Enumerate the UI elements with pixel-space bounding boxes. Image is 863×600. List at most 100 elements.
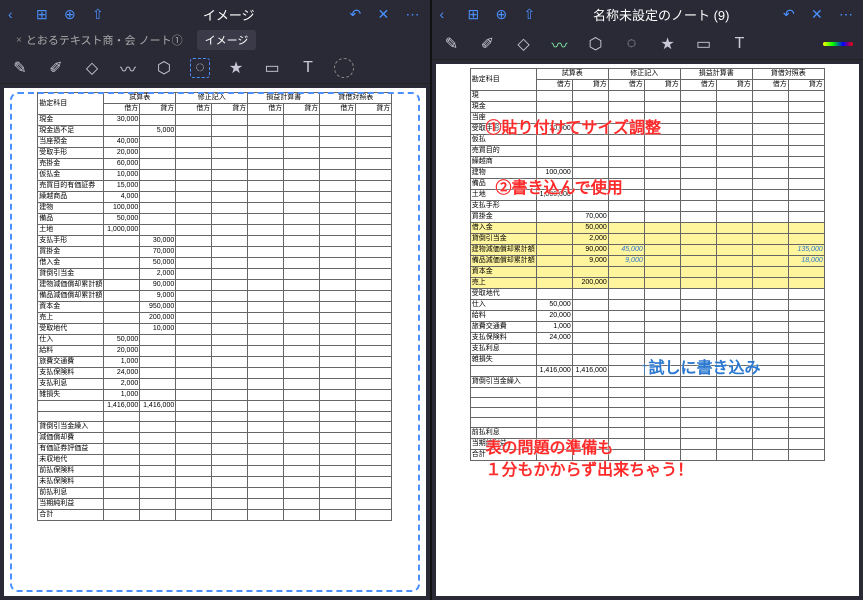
shape-icon[interactable]: ⬡ — [586, 34, 606, 54]
table-row — [470, 398, 824, 408]
add-icon[interactable]: ⊕ — [64, 6, 80, 22]
table-row: 旅費交通費1,000 — [38, 357, 392, 368]
highlighter-icon[interactable]: 〰 — [550, 34, 570, 54]
left-canvas[interactable]: 勘定科目試算表修正記入損益計算書貸借対照表借方貸方借方貸方借方貸方借方貸方現金3… — [4, 88, 426, 596]
text-icon[interactable]: T — [298, 58, 318, 78]
right-canvas[interactable]: 勘定科目試算表修正記入損益計算書貸借対照表借方貸方借方貸方借方貸方借方貸方現現金… — [436, 64, 860, 596]
text-icon[interactable]: T — [730, 34, 750, 54]
table-row: 売掛金60,000 — [38, 159, 392, 170]
table-row: 受取地代10,000 — [38, 324, 392, 335]
table-row: 合計 — [38, 510, 392, 521]
grid-icon[interactable]: ⊞ — [468, 6, 484, 22]
back-icon[interactable]: ‹ — [440, 6, 456, 22]
table-row: 受取手形20,000 — [470, 124, 824, 135]
table-row: 備品減価償却累計額9,000 — [38, 291, 392, 302]
table-row: 当期純利益 — [38, 499, 392, 510]
lasso-icon[interactable]: ◌ — [622, 34, 642, 54]
table-row: 前払保険料 — [38, 466, 392, 477]
table-row: 備品 — [470, 179, 824, 190]
table-row: 前払利息 — [38, 488, 392, 499]
close-icon[interactable]: ✕ — [811, 6, 827, 22]
table-row: 当期純利益 — [470, 439, 824, 450]
pen-icon[interactable]: ✎ — [10, 58, 30, 78]
left-tabstrip: ×とおるテキスト商・会 ノート① イメージ — [0, 28, 430, 52]
right-toolstrip: ✎ ✐ ◇ 〰 ⬡ ◌ ★ ▭ T — [432, 28, 863, 60]
table-row: 1,416,0001,416,000 — [38, 401, 392, 412]
stamp-icon[interactable]: ★ — [226, 58, 246, 78]
table-row: 未収地代 — [38, 455, 392, 466]
table-row: 現 — [470, 91, 824, 102]
pencil-icon[interactable]: ✐ — [46, 58, 66, 78]
color-picker[interactable] — [823, 42, 853, 46]
table-row: 売買目的 — [470, 146, 824, 157]
left-toolstrip: ✎ ✐ ◇ 〰 ⬡ ◌ ★ ▭ T — [0, 52, 430, 84]
table-row: 給料20,000 — [470, 311, 824, 322]
table-row: 備品減価償却累計額9,0009,00018,000 — [470, 256, 824, 267]
table-row: 建物減価償却累計額90,00045,000135,000 — [470, 245, 824, 256]
table-row: 現金30,000 — [38, 115, 392, 126]
table-row: 土地1,000,000 — [38, 225, 392, 236]
table-row: 未払保険料 — [38, 477, 392, 488]
table-row: 売上200,000 — [470, 278, 824, 289]
right-pane: ‹ ⊞ ⊕ ⇧ 名称未設定のノート (9) ↶ ✕ ⋯ ✎ ✐ ◇ 〰 ⬡ ◌ … — [432, 0, 863, 600]
table-row: 建物減価償却累計額90,000 — [38, 280, 392, 291]
table-row: 貸倒引当金2,000 — [470, 234, 824, 245]
more-icon[interactable]: ⋯ — [406, 6, 422, 22]
table-row: 仮払金10,000 — [38, 170, 392, 181]
table-row: 仕入50,000 — [38, 335, 392, 346]
close-tab-icon[interactable]: × — [16, 35, 22, 46]
table-row: 現金過不足5,000 — [38, 126, 392, 137]
table-row: 当座 — [470, 113, 824, 124]
share-icon[interactable]: ⇧ — [524, 6, 540, 22]
grid-icon[interactable]: ⊞ — [36, 6, 52, 22]
table-row: 繰越商品4,000 — [38, 192, 392, 203]
table-row: 前払利息 — [470, 428, 824, 439]
undo-icon[interactable]: ↶ — [350, 6, 366, 22]
table-row: 受取地代 — [470, 289, 824, 300]
table-row — [470, 418, 824, 428]
image-icon[interactable]: ▭ — [694, 34, 714, 54]
table-row: 繰越商 — [470, 157, 824, 168]
eraser-icon[interactable]: ◇ — [82, 58, 102, 78]
table-row: 土地1,000,000 — [470, 190, 824, 201]
more-icon[interactable]: ⋯ — [839, 6, 855, 22]
add-icon[interactable]: ⊕ — [496, 6, 512, 22]
table-row: 仮払 — [470, 135, 824, 146]
table-row: 受取手形20,000 — [38, 148, 392, 159]
table-row: 備品50,000 — [38, 214, 392, 225]
table-row — [38, 412, 392, 422]
table-row: 支払手形30,000 — [38, 236, 392, 247]
pencil-icon[interactable]: ✐ — [478, 34, 498, 54]
image-icon[interactable]: ▭ — [262, 58, 282, 78]
pen-icon[interactable]: ✎ — [442, 34, 462, 54]
highlighter-icon[interactable]: 〰 — [118, 58, 138, 78]
table-row: 借入金50,000 — [38, 258, 392, 269]
table-row: 支払保険料24,000 — [38, 368, 392, 379]
undo-icon[interactable]: ↶ — [783, 6, 799, 22]
tab-image[interactable]: イメージ — [197, 30, 257, 50]
back-icon[interactable]: ‹ — [8, 6, 24, 22]
close-icon[interactable]: ✕ — [378, 6, 394, 22]
table-row: 資本金950,000 — [38, 302, 392, 313]
stamp-icon[interactable]: ★ — [658, 34, 678, 54]
select-icon[interactable] — [334, 58, 354, 78]
table-row: 雑損失 — [470, 355, 824, 366]
table-row: 現金 — [470, 102, 824, 113]
shape-icon[interactable]: ⬡ — [154, 58, 174, 78]
table-row: 資本金 — [470, 267, 824, 278]
table-row: 貸倒引当金繰入 — [470, 377, 824, 388]
spreadsheet-table: 勘定科目試算表修正記入損益計算書貸借対照表借方貸方借方貸方借方貸方借方貸方現金3… — [37, 92, 392, 521]
table-row — [470, 408, 824, 418]
table-row: 買掛金70,000 — [470, 212, 824, 223]
left-pane: ‹ ⊞ ⊕ ⇧ イメージ ↶ ✕ ⋯ ×とおるテキスト商・会 ノート① イメージ… — [0, 0, 432, 600]
table-row — [470, 388, 824, 398]
table-row: 建物100,000 — [470, 168, 824, 179]
share-icon[interactable]: ⇧ — [92, 6, 108, 22]
lasso-icon[interactable]: ◌ — [190, 58, 210, 78]
tab-notebook[interactable]: ×とおるテキスト商・会 ノート① — [8, 30, 191, 50]
spreadsheet-table: 勘定科目試算表修正記入損益計算書貸借対照表借方貸方借方貸方借方貸方借方貸方現現金… — [470, 68, 825, 461]
table-row: 1,416,0001,416,000 — [470, 366, 824, 377]
table-row: 売上200,000 — [38, 313, 392, 324]
eraser-icon[interactable]: ◇ — [514, 34, 534, 54]
table-row: 貸倒引当金繰入 — [38, 422, 392, 433]
